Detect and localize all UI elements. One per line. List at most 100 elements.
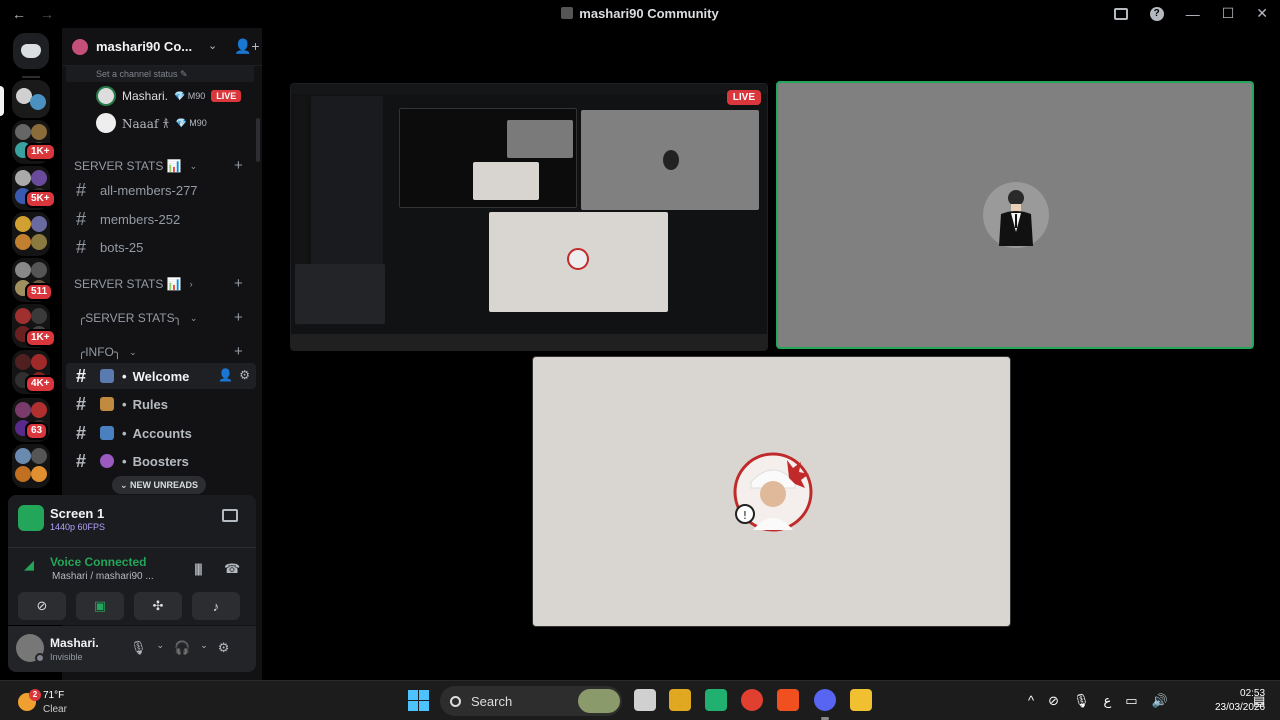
new-unreads-button[interactable]: ⌄ NEW UNREADS	[112, 476, 207, 494]
discord-icon[interactable]	[814, 689, 836, 720]
unread-badge: 1K+	[25, 329, 56, 347]
app-icon[interactable]	[850, 689, 872, 711]
user-name[interactable]: Mashari.	[50, 636, 99, 650]
server-header[interactable]: mashari90 Co... ⌄ 👤+	[62, 28, 262, 66]
screen-share-button[interactable]: ▣	[76, 592, 124, 620]
avatar	[96, 113, 116, 133]
channel-item[interactable]: # all-members-277	[66, 177, 256, 203]
chevron-up-icon[interactable]: ^	[1028, 693, 1034, 709]
chevron-down-icon[interactable]: ⌄	[200, 640, 208, 656]
discord-logo-icon	[21, 44, 41, 58]
channel-item[interactable]: # bots-25	[66, 234, 256, 260]
hash-icon: #	[75, 208, 86, 229]
maximize-button[interactable]: ☐	[1222, 5, 1235, 22]
guild-folder[interactable]	[12, 444, 50, 488]
gear-icon[interactable]: ⚙	[239, 368, 250, 382]
add-channel-icon[interactable]: +	[234, 343, 243, 360]
temperature: 71°F	[43, 690, 65, 701]
app-icon[interactable]	[705, 689, 727, 711]
server-icon	[561, 7, 574, 19]
disconnect-icon[interactable]: ☎	[224, 561, 240, 577]
channel-item-boosters[interactable]: # • Boosters	[66, 448, 256, 474]
windows-taskbar: 2 71°F Clear Search ^ ⊘ 🎙 ع ▭ 🔊 02:53 23…	[0, 680, 1280, 720]
video-tile-mashari[interactable]	[776, 81, 1254, 349]
stop-stream-icon[interactable]	[222, 509, 238, 522]
avatar[interactable]	[16, 634, 45, 663]
category-label: SERVER STATS 📊	[74, 277, 182, 291]
channel-item-accounts[interactable]: # • Accounts	[66, 420, 256, 446]
scrollbar[interactable]	[256, 118, 260, 162]
mailbox-emoji-icon	[100, 426, 114, 440]
activities-button[interactable]: ✣	[134, 592, 182, 620]
voice-status[interactable]: Voice Connected	[50, 555, 146, 569]
screen-share-tile[interactable]: LIVE	[290, 83, 768, 351]
microphone-icon[interactable]: 🎙	[1073, 693, 1090, 709]
inbox-icon[interactable]	[1113, 7, 1128, 20]
voice-user[interactable]: Mashari. 💎 M90 LIVE	[96, 85, 242, 107]
add-channel-icon[interactable]: +	[234, 157, 243, 174]
mini-tile-mashari	[581, 110, 759, 210]
channel-label: members-252	[100, 211, 181, 227]
gear-icon[interactable]: ⚙	[218, 640, 230, 656]
search-highlight-icon	[578, 689, 620, 713]
video-tile-naaaf[interactable]: !	[532, 356, 1011, 627]
file-explorer-icon[interactable]	[669, 689, 691, 711]
category-info[interactable]: ╭INFO╮ ⌄	[78, 345, 137, 359]
unread-badge: 63	[25, 422, 49, 440]
camera-off-button[interactable]: ⊘	[18, 592, 66, 620]
voice-user[interactable]: Naaaf 𐀪 💎 M90	[96, 112, 207, 134]
add-channel-icon[interactable]: +	[234, 309, 243, 326]
soundboard-button[interactable]: ♪	[192, 592, 240, 620]
hash-icon: #	[75, 422, 86, 443]
microphone-icon[interactable]: 🎙	[130, 640, 147, 656]
headphones-icon[interactable]: 🎧	[174, 640, 190, 656]
voice-location[interactable]: Mashari / mashari90 ...	[52, 571, 154, 582]
taskbar-search[interactable]: Search	[440, 686, 622, 716]
channel-item[interactable]: # members-252	[66, 206, 256, 232]
network-icon[interactable]: ▭	[1125, 693, 1137, 709]
channel-item-rules[interactable]: # • Rules	[66, 391, 256, 417]
user-controls: 🎙 ⌄ 🎧 ⌄ ⚙	[130, 640, 229, 656]
category-server-stats[interactable]: SERVER STATS 📊 ›	[74, 277, 193, 291]
channel-status-prompt[interactable]: Set a channel status ✎	[66, 66, 254, 82]
rail-divider	[22, 76, 40, 78]
help-icon[interactable]: ?	[1149, 6, 1164, 21]
channel-item-welcome[interactable]: # • Welcome 👤 ⚙	[66, 363, 256, 389]
chevron-down-icon[interactable]: ⌄	[208, 39, 217, 52]
channel-label: Rules	[132, 396, 168, 412]
brave-icon[interactable]	[777, 689, 799, 711]
avatar	[96, 86, 116, 106]
category-label: ╭SERVER STATS╮	[78, 311, 182, 325]
signal-icon[interactable]: ◢	[24, 557, 34, 573]
language-indicator[interactable]: ع	[1104, 693, 1112, 709]
plane-emoji-icon	[100, 369, 114, 383]
channel-label: Boosters	[132, 453, 189, 469]
close-button[interactable]: ✕	[1256, 5, 1268, 22]
guild-icon[interactable]	[12, 80, 50, 118]
chrome-icon[interactable]	[741, 689, 763, 711]
visibility-off-icon[interactable]: ⊘	[1048, 693, 1059, 709]
chevron-down-icon[interactable]: ⌄	[157, 640, 165, 656]
avatar	[983, 182, 1049, 248]
notifications-icon[interactable]: ▤	[1253, 693, 1265, 709]
unread-badge: 4K+	[25, 375, 56, 393]
guild-folder[interactable]	[12, 212, 50, 256]
task-view-icon[interactable]	[634, 689, 656, 711]
category-server-stats[interactable]: SERVER STATS 📊 ⌄	[74, 159, 197, 173]
add-channel-icon[interactable]: +	[234, 275, 243, 292]
start-button[interactable]	[408, 690, 429, 711]
category-server-stats[interactable]: ╭SERVER STATS╮ ⌄	[78, 311, 197, 325]
noise-suppression-icon[interactable]: |||||	[194, 561, 203, 576]
user-status: Invisible	[50, 652, 83, 662]
minimize-button[interactable]: —	[1186, 6, 1200, 22]
channel-label: bots-25	[100, 239, 144, 255]
invite-icon[interactable]: 👤	[218, 368, 233, 382]
crystal-ball-emoji-icon	[100, 454, 114, 468]
home-button[interactable]	[13, 33, 49, 69]
invite-icon[interactable]: 👤+	[234, 38, 260, 55]
window-controls: ? — ☐ ✕	[1113, 5, 1268, 22]
mini-tile-naaaf	[489, 212, 668, 312]
hash-icon: #	[75, 179, 86, 200]
rtc-panel: Screen 1 1440p 60FPS ◢ Voice Connected M…	[8, 495, 256, 625]
volume-icon[interactable]: 🔊	[1152, 693, 1168, 709]
